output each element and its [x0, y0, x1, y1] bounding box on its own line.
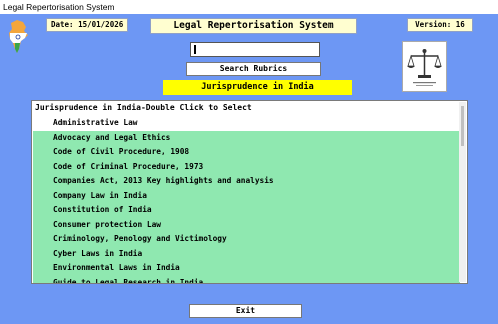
search-rubrics-button[interactable]: Search Rubrics [186, 62, 321, 76]
india-map-flag-icon [9, 20, 28, 53]
list-item[interactable]: Constitution of India [33, 203, 460, 218]
version-label: Version: 16 [407, 18, 473, 32]
list-item[interactable]: Criminology, Penology and Victimology [33, 232, 460, 247]
text-cursor [194, 45, 196, 54]
list-item[interactable]: Companies Act, 2013 Key highlights and a… [33, 174, 460, 189]
exit-button[interactable]: Exit [189, 304, 302, 318]
list-scrollbar[interactable] [459, 102, 466, 282]
list-item[interactable]: Administrative Law [33, 116, 460, 131]
date-label: Date: 15/01/2026 [46, 18, 128, 32]
scrollbar-thumb[interactable] [461, 106, 464, 146]
list-item[interactable]: Code of Criminal Procedure, 1973 [33, 159, 460, 174]
list-item[interactable]: Advocacy and Legal Ethics [33, 130, 460, 145]
list-item[interactable]: Environmental Laws in India [33, 261, 460, 276]
main-window: Date: 15/01/2026 Legal Repertorisation S… [0, 14, 498, 324]
search-input[interactable] [190, 42, 320, 57]
list-item[interactable]: Cyber Laws in India [33, 246, 460, 261]
list-item[interactable]: Code of Civil Procedure, 1908 [33, 145, 460, 160]
window-title: Legal Repertorisation System [0, 0, 498, 14]
list-item[interactable]: Company Law in India [33, 188, 460, 203]
scales-of-justice-icon [402, 41, 447, 92]
list-item[interactable]: Consumer protection Law [33, 217, 460, 232]
list-items: Administrative Law Advocacy and Legal Et… [33, 116, 460, 283]
list-item[interactable]: Guide to Legal Research in India [33, 275, 460, 283]
app-title: Legal Repertorisation System [150, 18, 357, 34]
list-header: Jurisprudence in India-Double Click to S… [35, 103, 252, 112]
rubrics-list[interactable]: Jurisprudence in India-Double Click to S… [31, 100, 468, 284]
section-title: Jurisprudence in India [163, 80, 352, 95]
